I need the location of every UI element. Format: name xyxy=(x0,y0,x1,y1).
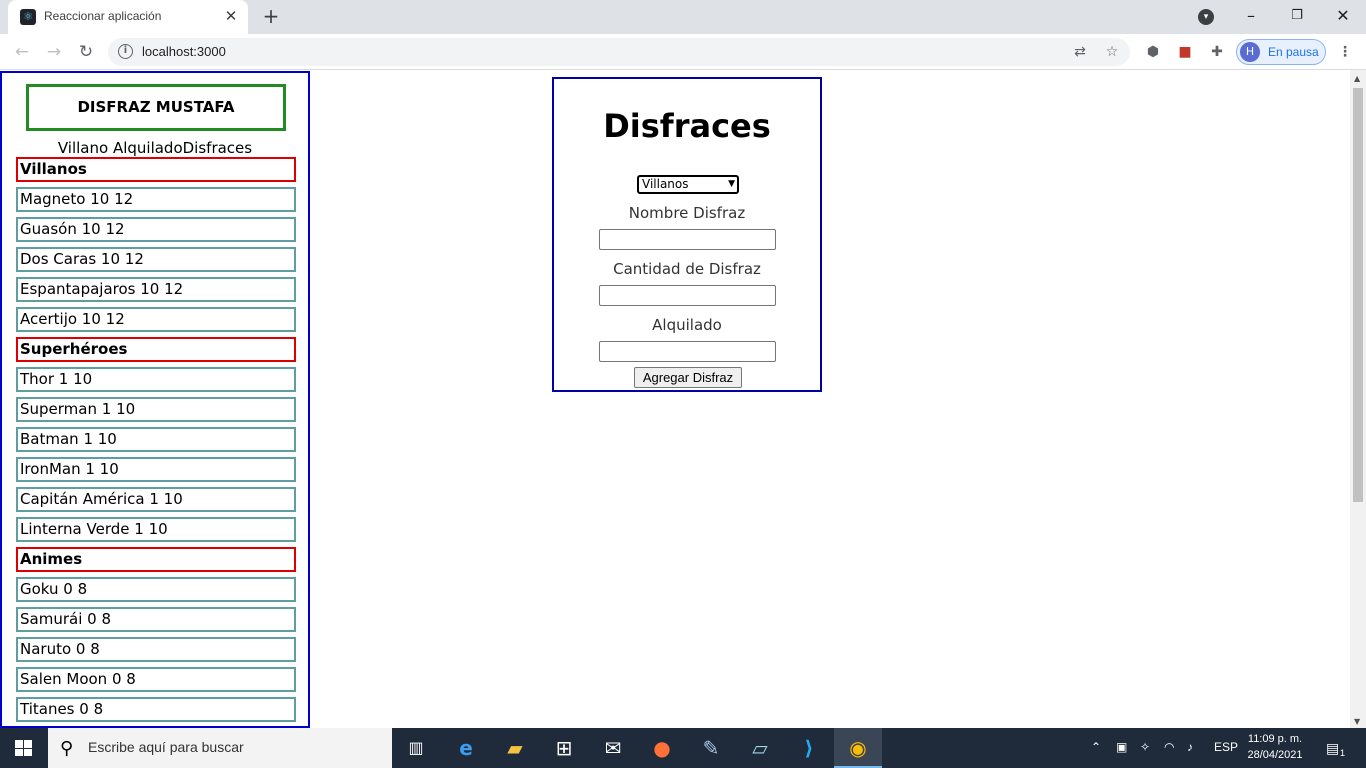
edge-icon[interactable]: e xyxy=(442,728,490,768)
windows-taskbar: ⚲ Escribe aquí para buscar ▥ e ▰ ⊞ ✉ ● ✎… xyxy=(0,728,1366,768)
costume-item: IronMan 1 10 xyxy=(16,457,296,482)
costume-item: Magneto 10 12 xyxy=(16,187,296,212)
category-select[interactable]: Villanos ▼ xyxy=(637,175,739,194)
taskbar-search-placeholder: Escribe aquí para buscar xyxy=(88,739,244,755)
close-tab-icon[interactable]: ✕ xyxy=(222,7,240,25)
paint-icon[interactable]: ✎ xyxy=(687,728,735,768)
windows-logo-icon xyxy=(15,740,32,756)
file-explorer-icon[interactable]: ▰ xyxy=(491,728,539,768)
language-indicator[interactable]: ESP xyxy=(1214,740,1238,754)
list-subheading: Villano AlquiladoDisfraces xyxy=(57,139,253,157)
browser-menu-icon[interactable]: ⋮ xyxy=(1336,43,1354,61)
name-label: Nombre Disfraz xyxy=(628,204,746,222)
back-icon[interactable]: ← xyxy=(10,40,34,64)
costume-item: Acertijo 10 12 xyxy=(16,307,296,332)
react-favicon-icon: ⚛ xyxy=(20,9,36,25)
address-bar[interactable]: i localhost:3000 ⇄ ☆ xyxy=(108,38,1130,66)
tray-input-icon[interactable]: ✧ xyxy=(1140,740,1150,754)
category-header: Superhéroes xyxy=(16,337,296,362)
system-clock[interactable]: 11:09 p. m. 28/04/2021 xyxy=(1240,731,1310,763)
tray-expand-icon[interactable]: ⌃ xyxy=(1091,740,1101,754)
tab-title: Reaccionar aplicación xyxy=(44,9,162,23)
costume-item: Thor 1 10 xyxy=(16,367,296,392)
page-viewport: DISFRAZ MUSTAFA Villano AlquiladoDisfrac… xyxy=(0,70,1350,728)
category-header: Animes xyxy=(16,547,296,572)
bookmark-star-icon[interactable]: ☆ xyxy=(1103,43,1121,61)
minimize-icon[interactable]: – xyxy=(1239,4,1263,28)
costume-item: Naruto 0 8 xyxy=(16,637,296,662)
address-url[interactable]: localhost:3000 xyxy=(142,44,226,59)
scroll-up-icon[interactable]: ▲ xyxy=(1354,74,1360,83)
rented-label: Alquilado xyxy=(652,316,722,334)
name-input[interactable] xyxy=(599,229,776,250)
taskbar-search-box[interactable]: ⚲ Escribe aquí para buscar xyxy=(48,728,392,768)
quantity-input[interactable] xyxy=(599,285,776,306)
volume-icon[interactable]: ♪ xyxy=(1187,740,1193,754)
wifi-icon[interactable]: ◠ xyxy=(1164,740,1174,754)
costume-item: Espantapajaros 10 12 xyxy=(16,277,296,302)
category-select-value: Villanos xyxy=(642,177,689,191)
costume-item: Salen Moon 0 8 xyxy=(16,667,296,692)
profile-avatar: H xyxy=(1240,42,1260,62)
extensions-puzzle-icon[interactable]: ✚ xyxy=(1208,43,1226,61)
window-close-icon[interactable]: ✕ xyxy=(1331,4,1355,28)
firefox-icon[interactable]: ● xyxy=(638,728,686,768)
add-costume-button[interactable]: Agregar Disfraz xyxy=(634,367,742,388)
start-button[interactable] xyxy=(0,728,48,768)
costume-item: Dos Caras 10 12 xyxy=(16,247,296,272)
costume-item: Guasón 10 12 xyxy=(16,217,296,242)
store-icon[interactable]: ⊞ xyxy=(540,728,588,768)
restore-icon[interactable]: ❐ xyxy=(1285,4,1309,28)
clock-time: 11:09 p. m. xyxy=(1247,733,1303,745)
reload-icon[interactable]: ↻ xyxy=(74,40,98,64)
costume-item: Batman 1 10 xyxy=(16,427,296,452)
rented-input[interactable] xyxy=(599,341,776,362)
profile-status: En pausa xyxy=(1268,45,1319,59)
notes-app-icon[interactable]: ▱ xyxy=(736,728,784,768)
quantity-label: Cantidad de Disfraz xyxy=(613,260,761,278)
costume-item: Capitán América 1 10 xyxy=(16,487,296,512)
scroll-down-icon[interactable]: ▼ xyxy=(1354,717,1360,726)
chevron-down-icon: ▼ xyxy=(728,179,735,189)
mail-icon[interactable]: ✉ xyxy=(589,728,637,768)
costume-item: Samurái 0 8 xyxy=(16,607,296,632)
category-header: Villanos xyxy=(16,157,296,182)
browser-toolbar: ← → ↻ i localhost:3000 ⇄ ☆ ⬢ ■ ✚ H En pa… xyxy=(0,34,1366,70)
tray-device-icon[interactable]: ▣ xyxy=(1116,740,1127,754)
costume-item: Linterna Verde 1 10 xyxy=(16,517,296,542)
profile-button[interactable]: H En pausa xyxy=(1236,39,1326,65)
extension-cube-icon[interactable]: ⬢ xyxy=(1144,43,1162,61)
scroll-thumb[interactable] xyxy=(1353,88,1363,502)
add-costume-form: Disfraces Villanos ▼ Nombre Disfraz Cant… xyxy=(552,77,822,392)
site-info-icon[interactable]: i xyxy=(118,44,133,59)
browser-tab[interactable]: ⚛ Reaccionar aplicación ✕ xyxy=(8,0,248,34)
costume-item: Superman 1 10 xyxy=(16,397,296,422)
clock-date: 28/04/2021 xyxy=(1247,749,1303,761)
task-view-icon[interactable]: ▥ xyxy=(392,728,440,768)
store-title: DISFRAZ MUSTAFA xyxy=(26,84,286,131)
new-tab-icon[interactable]: + xyxy=(260,5,282,27)
notification-count: 1 xyxy=(1340,748,1346,758)
page-scrollbar[interactable]: ▲ ▼ xyxy=(1350,70,1366,728)
translate-icon[interactable]: ⇄ xyxy=(1071,43,1089,61)
vscode-icon[interactable]: ⟩ xyxy=(785,728,833,768)
costume-item: Goku 0 8 xyxy=(16,577,296,602)
tab-search-icon[interactable]: ▾ xyxy=(1198,9,1214,25)
notifications-icon[interactable]: ▤ xyxy=(1326,740,1339,757)
extension-app-icon[interactable]: ■ xyxy=(1176,43,1194,61)
chrome-icon[interactable]: ◉ xyxy=(834,728,882,768)
forward-icon[interactable]: → xyxy=(42,40,66,64)
costume-list-panel: DISFRAZ MUSTAFA Villano AlquiladoDisfrac… xyxy=(0,71,310,728)
browser-tab-strip: ⚛ Reaccionar aplicación ✕ + ▾ – ❐ ✕ xyxy=(0,0,1366,34)
costume-item: Titanes 0 8 xyxy=(16,697,296,722)
search-icon: ⚲ xyxy=(60,738,74,759)
form-title: Disfraces xyxy=(603,107,771,145)
